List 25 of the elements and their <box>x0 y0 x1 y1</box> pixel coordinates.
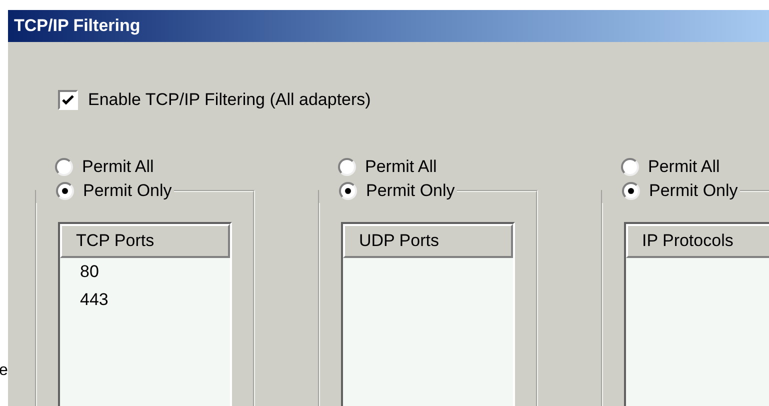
radio-label: Permit All <box>648 157 720 177</box>
column-header[interactable]: IP Protocols <box>626 224 769 258</box>
radio-button[interactable] <box>55 158 73 176</box>
list-box[interactable]: UDP Ports <box>341 222 515 406</box>
radio-label: Permit Only <box>649 181 738 201</box>
list-box[interactable]: TCP Ports 80 443 <box>58 222 232 406</box>
radio-label: Permit Only <box>83 181 172 201</box>
radio-label: Permit All <box>365 157 437 177</box>
radio-label: Permit Only <box>366 181 455 201</box>
radio-button[interactable] <box>339 182 357 200</box>
column-header[interactable]: TCP Ports <box>60 224 230 258</box>
list-item[interactable]: 80 <box>60 258 230 286</box>
list-box[interactable]: IP Protocols <box>624 222 769 406</box>
background-text: e <box>0 362 8 380</box>
checkbox[interactable] <box>58 90 78 110</box>
radio-button[interactable] <box>622 182 640 200</box>
column-header[interactable]: UDP Ports <box>343 224 513 258</box>
radio-button[interactable] <box>621 158 639 176</box>
radio-button[interactable] <box>338 158 356 176</box>
radio-button[interactable] <box>56 182 74 200</box>
radio-label: Permit All <box>82 157 154 177</box>
check-icon <box>62 95 74 105</box>
window-title: TCP/IP Filtering <box>14 16 140 36</box>
list-item[interactable]: 443 <box>60 286 230 314</box>
checkbox-label: Enable TCP/IP Filtering (All adapters) <box>88 90 371 110</box>
